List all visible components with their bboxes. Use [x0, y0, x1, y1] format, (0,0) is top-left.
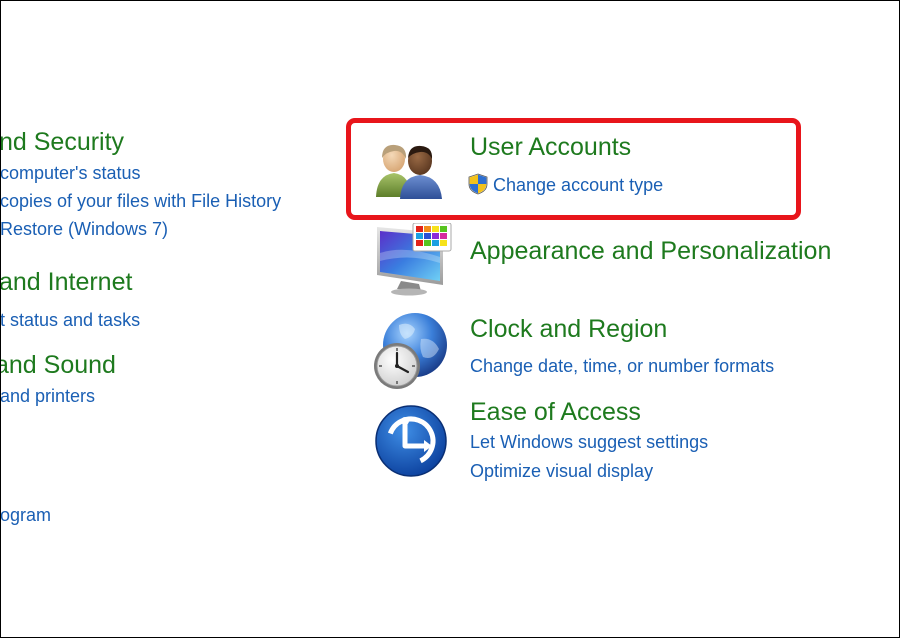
ease-of-access-icon[interactable]	[374, 404, 448, 478]
link-review-computer-status[interactable]: computer's status	[1, 162, 141, 184]
link-backup-restore[interactable]: Restore (Windows 7)	[1, 218, 168, 240]
category-system-security[interactable]: nd Security	[1, 127, 124, 157]
category-ease-of-access[interactable]: Ease of Access	[470, 397, 641, 427]
monitor-palette-icon[interactable]	[375, 222, 455, 297]
control-panel-window: nd Security computer's status copies of …	[0, 0, 900, 638]
category-hardware-sound[interactable]: and Sound	[1, 350, 116, 380]
category-network-internet[interactable]: and Internet	[1, 267, 132, 297]
category-clock-region[interactable]: Clock and Region	[470, 314, 667, 344]
link-network-status[interactable]: t status and tasks	[1, 309, 140, 331]
link-optimize-visual-display[interactable]: Optimize visual display	[470, 460, 653, 482]
link-uninstall-program[interactable]: ogram	[1, 504, 51, 526]
highlight-box	[346, 118, 801, 220]
link-file-history[interactable]: copies of your files with File History	[1, 190, 281, 212]
category-appearance-personalization[interactable]: Appearance and Personalization	[470, 236, 831, 266]
link-devices-printers[interactable]: and printers	[1, 385, 95, 407]
globe-clock-icon[interactable]	[369, 311, 451, 391]
link-let-windows-suggest-settings[interactable]: Let Windows suggest settings	[470, 431, 708, 453]
link-change-date-time-formats[interactable]: Change date, time, or number formats	[470, 355, 774, 377]
